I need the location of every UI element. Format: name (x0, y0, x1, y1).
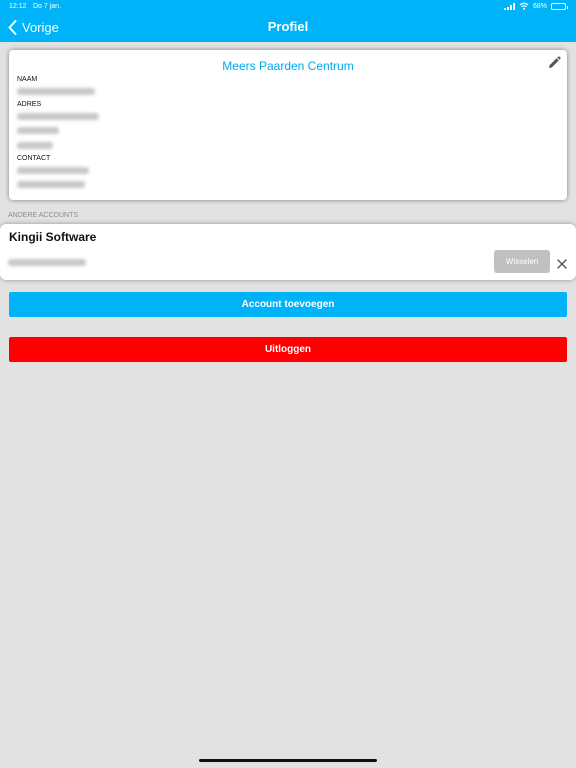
switch-account-button[interactable]: Wisselen (494, 250, 550, 273)
page-title: Profiel (267, 19, 309, 34)
signal-icon (503, 2, 515, 10)
name-label: NAAM (17, 76, 38, 83)
wifi-icon (519, 2, 529, 10)
add-account-button[interactable]: Account toevoegen (9, 292, 567, 317)
status-indicators: 68% (503, 2, 568, 10)
redacted-name (17, 88, 95, 95)
redacted-account-user (8, 259, 86, 266)
contact-label: CONTACT (17, 155, 51, 162)
account-name: Kingii Software (9, 230, 97, 244)
nav-bar: 12:12 Do 7 jan. 68% Vorige Profiel (0, 0, 576, 42)
status-date: Do 7 jan. (33, 3, 62, 10)
other-accounts-header: ANDERE ACCOUNTS (8, 212, 79, 219)
battery-percentage: 68% (532, 2, 547, 10)
redacted-address-line (17, 142, 53, 149)
account-item: Kingii Software Wisselen (0, 224, 576, 280)
redacted-contact-line (17, 181, 85, 188)
remove-account-button[interactable] (556, 257, 568, 269)
pencil-icon (549, 56, 561, 68)
redacted-address-line (17, 127, 59, 134)
battery-icon (551, 2, 568, 10)
organization-name: Meers Paarden Centrum (222, 59, 354, 73)
profile-card: Meers Paarden Centrum NAAM ADRES CONTACT (9, 50, 567, 200)
home-indicator (199, 759, 377, 762)
redacted-contact-line (17, 167, 89, 174)
status-time: 12:12 (9, 3, 27, 10)
close-icon (557, 259, 567, 269)
redacted-address-line (17, 113, 99, 120)
edit-profile-button[interactable] (547, 56, 561, 70)
address-label: ADRES (17, 101, 42, 108)
logout-button[interactable]: Uitloggen (9, 337, 567, 362)
